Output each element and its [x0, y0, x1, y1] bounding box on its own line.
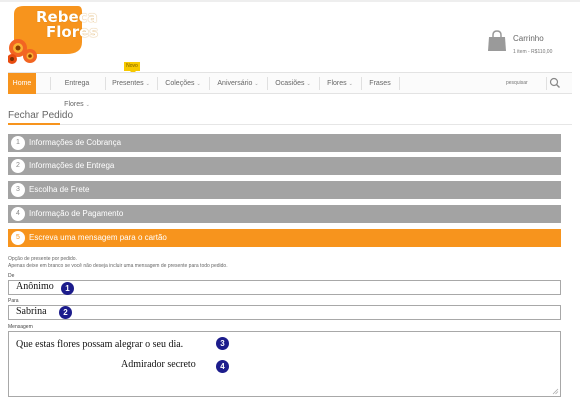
title-accent — [8, 123, 60, 125]
to-value: Sabrina — [16, 306, 47, 317]
from-label: De — [8, 273, 15, 279]
logo-wordmark: Rebeca Flores — [36, 10, 98, 40]
step-number: 4 — [11, 207, 25, 221]
main-nav: Home Entrega Flores ⌄ Presentes ⌄ Coleções… — [8, 72, 572, 108]
shopping-bag-icon[interactable] — [487, 30, 507, 52]
nav-divider — [546, 77, 547, 90]
to-label: Para — [8, 298, 19, 304]
gift-blank-hint: Apenas deixe em branco se você não desej… — [8, 263, 228, 269]
step-label: Informação de Pagamento — [29, 209, 124, 218]
nav-item-frases[interactable]: Frases — [363, 73, 397, 94]
step-delivery-info[interactable]: 2 Informações de Entrega — [8, 157, 561, 175]
to-field[interactable] — [8, 305, 561, 320]
nav-item-entrega-flores[interactable]: Entrega Flores ⌄ — [51, 73, 103, 108]
step-label: Escolha de Frete — [29, 185, 90, 194]
nav-divider — [105, 77, 106, 90]
chevron-down-icon: ⌄ — [145, 81, 150, 87]
step-label: Informações de Cobrança — [29, 138, 122, 147]
magnifier-icon[interactable] — [548, 76, 562, 90]
message-line-1: Que estas flores possam alegrar o seu di… — [16, 339, 184, 350]
step-shipping-choice[interactable]: 3 Escolha de Frete — [8, 181, 561, 199]
page-title: Fechar Pedido — [8, 110, 74, 121]
cart-summary: 1 item - R$110,00 — [513, 49, 553, 55]
resize-handle-icon[interactable] — [552, 388, 559, 395]
marker-1: 1 — [61, 282, 74, 295]
nav-item-aniversario[interactable]: Aniversário ⌄ — [211, 73, 265, 94]
step-label: Informações de Entrega — [29, 161, 115, 170]
cart-title[interactable]: Carrinho — [513, 34, 544, 43]
chevron-down-icon: ⌄ — [348, 81, 353, 87]
logo-line-2: Flores — [46, 23, 99, 41]
marker-4: 4 — [216, 360, 229, 373]
marker-3: 3 — [216, 337, 229, 350]
step-card-message[interactable]: 5 Escreva uma mensagem para o cartão — [8, 229, 561, 247]
step-billing-info[interactable]: 1 Informações de Cobrança — [8, 134, 561, 152]
nav-item-presentes[interactable]: Presentes ⌄ — [107, 73, 155, 94]
chevron-down-icon: ⌄ — [196, 81, 201, 87]
nav-divider — [157, 77, 158, 90]
nav-divider — [267, 77, 268, 90]
step-number: 2 — [11, 159, 25, 173]
step-label: Escreva uma mensagem para o cartão — [29, 233, 167, 242]
nav-item-colecoes[interactable]: Coleções ⌄ — [159, 73, 207, 94]
chevron-down-icon: ⌄ — [306, 81, 311, 87]
new-badge: Novo — [124, 62, 140, 71]
nav-item-flores[interactable]: Flores ⌄ — [321, 73, 359, 94]
logo[interactable]: Rebeca Flores — [7, 4, 98, 64]
nav-divider — [209, 77, 210, 90]
nav-item-ocasioes[interactable]: Ocasiões ⌄ — [269, 73, 317, 94]
nav-divider — [319, 77, 320, 90]
chevron-down-icon: ⌄ — [254, 81, 259, 87]
step-number: 3 — [11, 183, 25, 197]
step-number: 1 — [11, 136, 25, 150]
search-input[interactable] — [506, 78, 546, 88]
top-border — [0, 0, 580, 2]
marker-2: 2 — [59, 306, 72, 319]
nav-divider — [361, 77, 362, 90]
nav-item-home[interactable]: Home — [8, 73, 36, 94]
step-payment-info[interactable]: 4 Informação de Pagamento — [8, 205, 561, 223]
message-label: Mensagem — [8, 324, 33, 330]
title-divider — [8, 124, 572, 125]
nav-divider — [399, 77, 400, 90]
gift-option-hint: Opção de presente por pedido. — [8, 256, 77, 262]
from-value: Anônimo — [16, 281, 54, 292]
chevron-down-icon: ⌄ — [85, 102, 90, 108]
message-line-2: Admirador secreto — [121, 359, 196, 370]
from-field[interactable] — [8, 280, 561, 295]
step-number: 5 — [11, 231, 25, 245]
